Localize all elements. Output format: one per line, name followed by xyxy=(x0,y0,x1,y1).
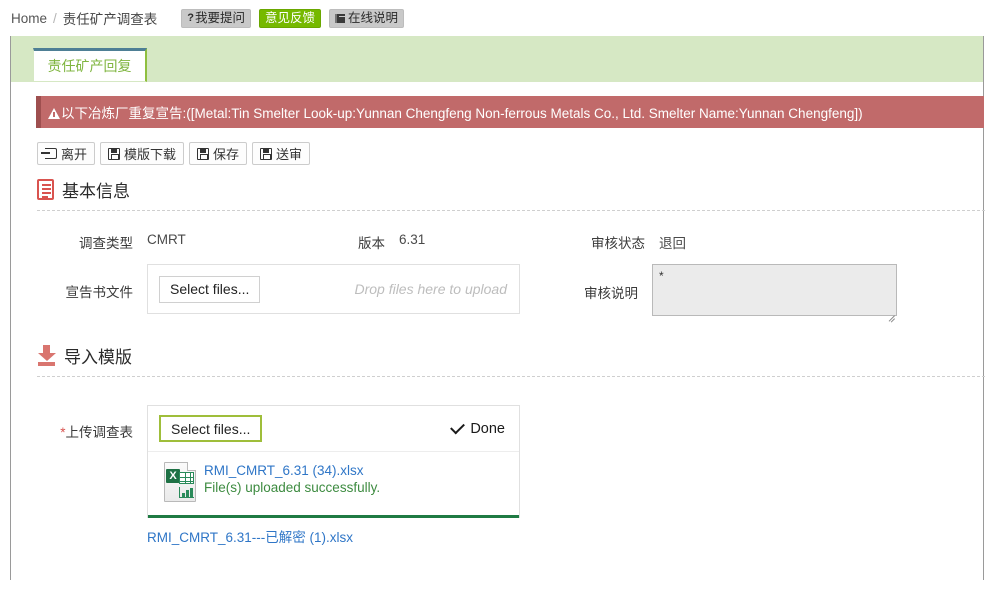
upload-header: Select files... Done xyxy=(148,406,519,452)
upload-survey-box: Select files... Done X RMI_CMRT_6.31 (34… xyxy=(147,405,520,518)
submit-for-review-button[interactable]: 送审 xyxy=(252,142,311,165)
basic-info-row-2: 宣告书文件 Select files... Drop files here to… xyxy=(37,264,967,323)
upload-select-files-button[interactable]: Select files... xyxy=(159,415,263,442)
uploaded-file-meta: RMI_CMRT_6.31 (34).xlsx File(s) uploaded… xyxy=(204,462,380,497)
save-icon xyxy=(260,147,273,160)
feedback-button[interactable]: 意见反馈 xyxy=(259,8,322,28)
import-template-heading-label: 导入模版 xyxy=(64,348,132,367)
save-icon xyxy=(197,147,210,160)
exit-icon xyxy=(41,148,57,159)
survey-type-value: CMRT xyxy=(147,232,186,247)
upload-done-status: Done xyxy=(450,419,505,437)
upload-survey-label-text: 上传调查表 xyxy=(65,425,134,440)
online-help-label: 在线说明 xyxy=(348,10,399,25)
basic-info-divider xyxy=(37,210,985,211)
tab-responsible-minerals-reply[interactable]: 责任矿产回复 xyxy=(33,48,147,82)
tab-label: 责任矿产回复 xyxy=(47,58,132,74)
import-icon xyxy=(37,345,56,366)
book-icon xyxy=(335,13,346,23)
upload-survey-row: *上传调查表 Select files... Done X RMI_CMRT_6… xyxy=(37,405,967,546)
excel-file-icon: X xyxy=(164,462,196,502)
version-value: 6.31 xyxy=(399,232,426,247)
action-toolbar: 离开 模版下载 保存 送审 xyxy=(37,142,967,165)
review-note-textarea[interactable] xyxy=(652,264,897,316)
import-template-heading: 导入模版 xyxy=(37,343,967,368)
breadcrumb-home-link[interactable]: Home xyxy=(11,11,47,26)
declaration-file-field: 宣告书文件 Select files... Drop files here to… xyxy=(37,264,520,314)
review-status-value: 退回 xyxy=(659,236,686,251)
ask-question-label: 我要提问 xyxy=(195,10,246,25)
uploaded-file-name-link[interactable]: RMI_CMRT_6.31 (34).xlsx xyxy=(204,463,380,480)
leave-button[interactable]: 离开 xyxy=(37,142,96,165)
warning-triangle-icon xyxy=(48,107,60,119)
ask-question-button[interactable]: ? 我要提问 xyxy=(181,8,252,28)
review-status-field: 审核状态 退回 xyxy=(585,229,686,252)
submit-for-review-label: 送审 xyxy=(276,147,303,162)
feedback-label: 意见反馈 xyxy=(265,10,316,25)
check-icon xyxy=(450,419,466,434)
upload-survey-label: *上传调查表 xyxy=(37,405,133,441)
survey-type-field: 调查类型 CMRT xyxy=(37,229,343,252)
upload-progress-fill xyxy=(148,515,519,518)
declaration-file-label: 宣告书文件 xyxy=(65,285,134,300)
template-download-button[interactable]: 模版下载 xyxy=(100,142,185,165)
upload-progress-bar xyxy=(148,514,519,518)
main-panel: 责任矿产回复 以下冶炼厂重复宣告:([Metal:Tin Smelter Loo… xyxy=(10,36,985,593)
question-mark-icon: ? xyxy=(187,11,195,24)
basic-info-heading-label: 基本信息 xyxy=(62,182,130,201)
save-icon xyxy=(108,147,121,160)
version-label: 版本 xyxy=(358,236,385,251)
attached-file-link[interactable]: RMI_CMRT_6.31---已解密 (1).xlsx xyxy=(147,526,353,546)
uploaded-file-status: File(s) uploaded successfully. xyxy=(204,479,381,495)
basic-info-row-1: 调查类型 CMRT 版本 6.31 审核状态 退回 xyxy=(37,229,967,252)
basic-info-heading: 基本信息 xyxy=(37,177,967,202)
topbar-button-group: ? 我要提问 意见反馈 在线说明 xyxy=(181,8,405,28)
uploaded-file-row: X RMI_CMRT_6.31 (34).xlsx File(s) upload… xyxy=(148,452,519,514)
version-field: 版本 6.31 xyxy=(343,229,585,252)
review-note-field: 审核说明 xyxy=(578,264,897,323)
declaration-select-files-button[interactable]: Select files... xyxy=(159,275,261,303)
review-note-label: 审核说明 xyxy=(584,286,638,301)
declaration-file-dropzone[interactable]: Select files... Drop files here to uploa… xyxy=(147,264,520,314)
document-icon xyxy=(37,179,54,200)
top-breadcrumb-bar: Home / 责任矿产调查表 ? 我要提问 意见反馈 在线说明 xyxy=(0,0,993,36)
breadcrumb-current-page: 责任矿产调查表 xyxy=(62,12,158,27)
survey-type-label: 调查类型 xyxy=(79,236,133,251)
review-status-label: 审核状态 xyxy=(591,236,645,251)
declaration-drop-hint: Drop files here to upload xyxy=(354,281,507,297)
save-label: 保存 xyxy=(213,147,240,162)
duplicate-smelter-alert: 以下冶炼厂重复宣告:([Metal:Tin Smelter Look-up:Yu… xyxy=(36,96,984,128)
breadcrumb-separator: / xyxy=(53,10,57,26)
save-button[interactable]: 保存 xyxy=(189,142,248,165)
online-help-button[interactable]: 在线说明 xyxy=(329,8,405,28)
import-template-divider xyxy=(37,376,985,377)
template-download-label: 模版下载 xyxy=(124,147,177,162)
done-label: Done xyxy=(470,420,505,437)
panel-body: 以下冶炼厂重复宣告:([Metal:Tin Smelter Look-up:Yu… xyxy=(11,96,985,593)
alert-text: 以下冶炼厂重复宣告:([Metal:Tin Smelter Look-up:Yu… xyxy=(61,106,863,121)
leave-label: 离开 xyxy=(61,147,88,162)
tab-strip: 责任矿产回复 xyxy=(11,36,983,82)
